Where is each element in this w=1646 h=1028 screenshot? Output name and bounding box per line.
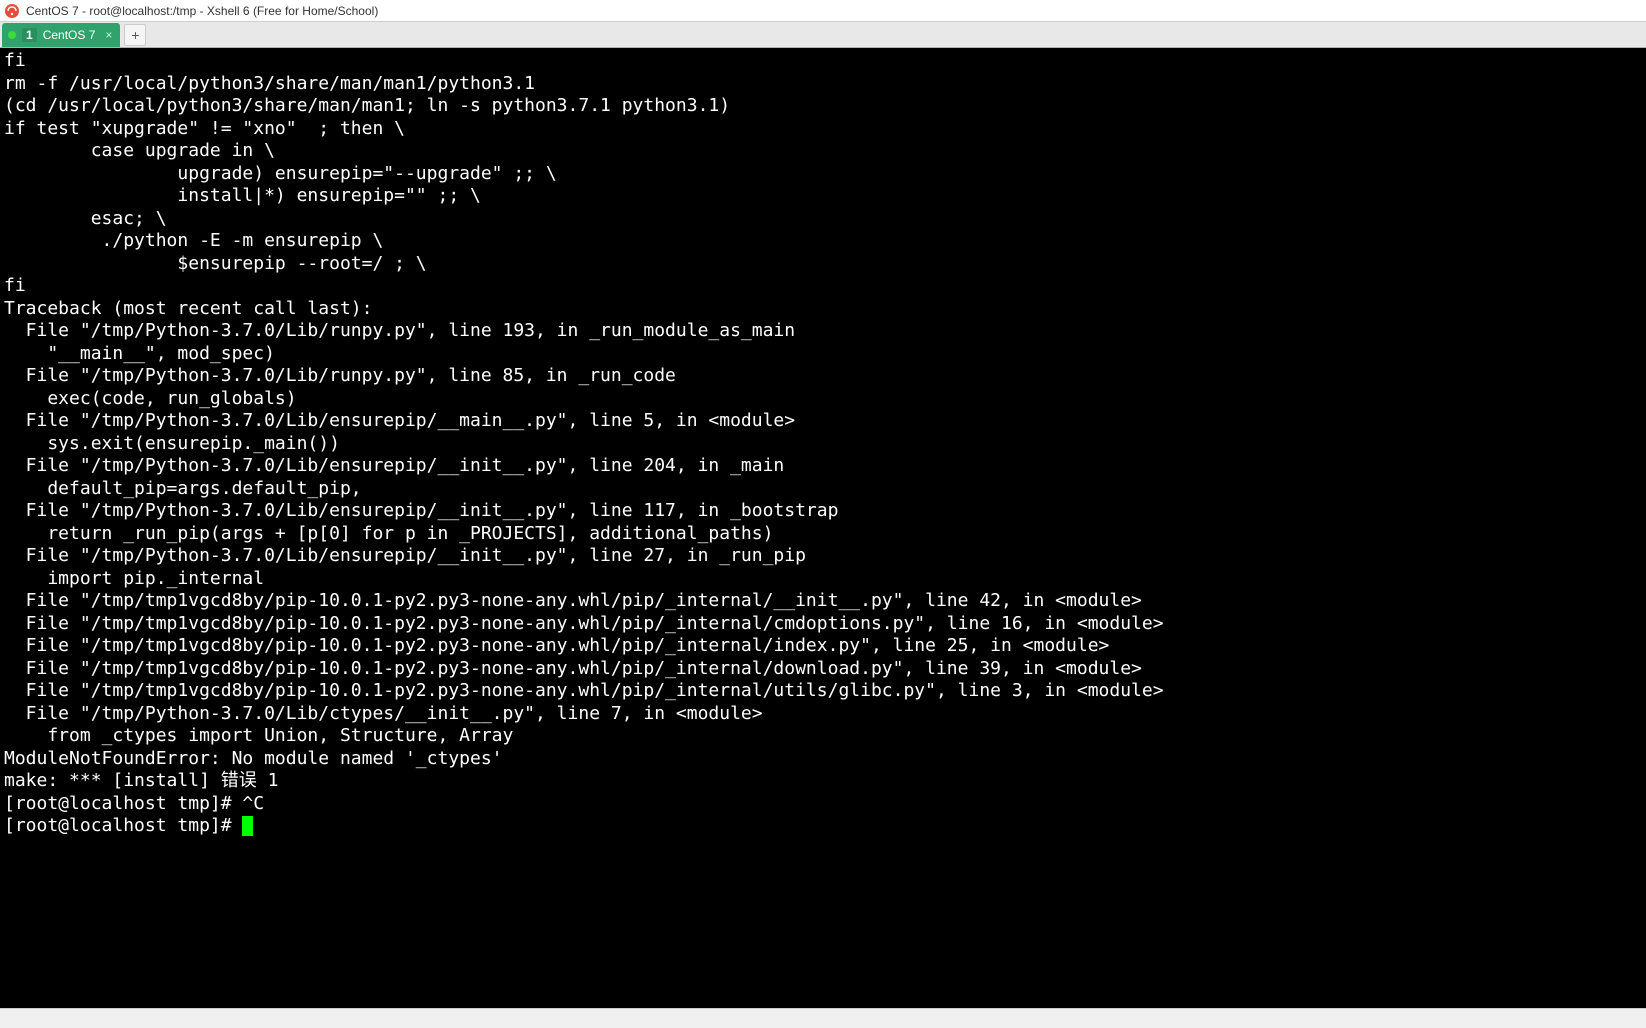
plus-icon: +: [131, 27, 139, 43]
window-title: CentOS 7 - root@localhost:/tmp - Xshell …: [26, 4, 378, 18]
connection-status-dot-icon: [8, 31, 16, 39]
tab-bar: 1 CentOS 7 × +: [0, 22, 1646, 48]
terminal-prompt: [root@localhost tmp]#: [4, 815, 242, 836]
terminal-output: fi rm -f /usr/local/python3/share/man/ma…: [4, 50, 1164, 814]
terminal-view[interactable]: fi rm -f /usr/local/python3/share/man/ma…: [0, 48, 1646, 1008]
session-tab-centos7[interactable]: 1 CentOS 7 ×: [2, 23, 120, 47]
close-tab-icon[interactable]: ×: [105, 28, 112, 42]
new-tab-button[interactable]: +: [124, 24, 146, 46]
terminal-cursor: [242, 816, 253, 836]
tab-label: CentOS 7: [43, 28, 96, 42]
window-titlebar: CentOS 7 - root@localhost:/tmp - Xshell …: [0, 0, 1646, 22]
tab-number: 1: [22, 28, 37, 42]
status-bar: [0, 1008, 1646, 1028]
app-icon: [4, 3, 20, 19]
